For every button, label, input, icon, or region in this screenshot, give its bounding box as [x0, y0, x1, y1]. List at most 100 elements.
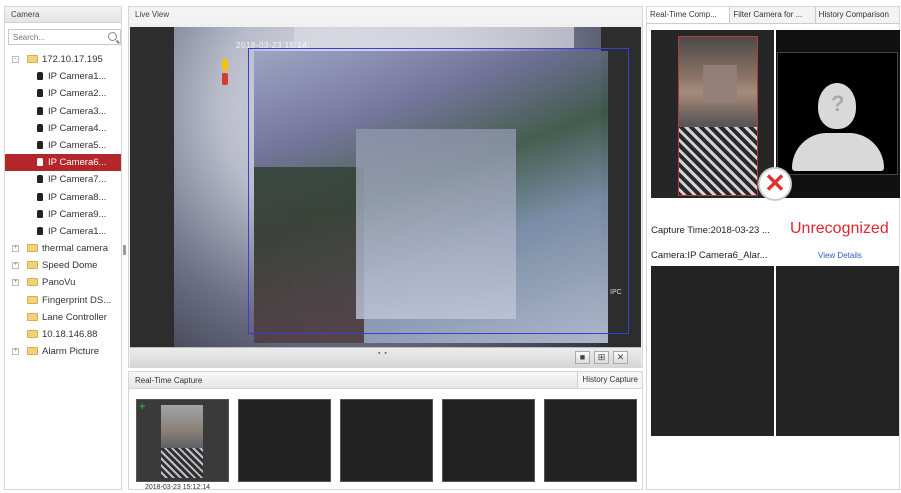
- capture-time-label: Capture Time:2018-03-23 ...: [651, 225, 770, 236]
- video-feed: 2018-03-23 15:14: IPC: [174, 27, 629, 347]
- camera-panel-title: Camera: [5, 7, 121, 23]
- tree-item-label: Alarm Picture: [42, 346, 100, 358]
- camera-tree-item[interactable]: IP Camera2...: [5, 85, 121, 102]
- tab-history-comparison[interactable]: History Comparison: [816, 7, 899, 23]
- folder-tree-item[interactable]: + thermal camera: [5, 240, 121, 257]
- question-icon: ?: [831, 91, 845, 116]
- red-marker: [222, 73, 228, 85]
- ceiling-light: [294, 27, 574, 49]
- library-face-image[interactable]: ?: [776, 30, 900, 198]
- capture-thumbnail[interactable]: [442, 399, 535, 482]
- tree-item-label: IP Camera2...: [48, 88, 107, 100]
- folder-icon: [27, 347, 38, 356]
- video-window[interactable]: 2018-03-23 15:14: IPC: [130, 27, 641, 347]
- add-icon[interactable]: +: [139, 401, 145, 413]
- camera-tree: - 172.10.17.195 IP Camera1... IP Camera2...…: [5, 51, 121, 360]
- camera-tree-item[interactable]: IP Camera8...: [5, 189, 121, 206]
- view-details-link[interactable]: View Details: [818, 251, 862, 260]
- tab-real-time-comparison[interactable]: Real-Time Comp...: [647, 7, 731, 23]
- comparison-panel: Real-Time Comp... Filter Camera for ... …: [646, 6, 900, 490]
- camera-tree-item[interactable]: IP Camera3...: [5, 103, 121, 120]
- comparison-grid: [651, 266, 900, 437]
- folder-tree-item[interactable]: 10.18.146.88: [5, 326, 121, 343]
- thumbnail-shirt: [161, 448, 203, 478]
- tab-filter-camera[interactable]: Filter Camera for ...: [730, 7, 816, 23]
- camera-tree-item[interactable]: IP Camera1...: [5, 223, 121, 240]
- folder-icon: [27, 312, 38, 321]
- detection-region: [248, 48, 629, 334]
- folder-tree-item[interactable]: Lane Controller: [5, 309, 121, 326]
- capture-header: Real-Time Capture History Capture: [129, 372, 642, 389]
- tree-item-label: IP Camera5...: [48, 139, 107, 151]
- tree-item-label: IP Camera9...: [48, 208, 107, 220]
- collapse-icon[interactable]: -: [12, 56, 19, 63]
- tree-item-label: IP Camera6...: [48, 157, 107, 169]
- folder-icon: [27, 55, 38, 63]
- expand-icon[interactable]: +: [12, 245, 19, 253]
- camera-icon: [37, 123, 43, 132]
- tree-item-label: 10.18.146.88: [42, 329, 98, 340]
- folder-tree-item[interactable]: + Speed Dome: [5, 257, 121, 274]
- close-button[interactable]: ✕: [613, 351, 628, 364]
- tree-item-label: IP Camera1...: [48, 71, 107, 83]
- camera-tree-item[interactable]: IP Camera6...: [5, 154, 121, 172]
- live-view-title: Live View: [129, 7, 642, 23]
- video-controls: ▪ ▪ ■ ⊞ ✕: [130, 347, 641, 367]
- capture-thumbnail[interactable]: [544, 399, 637, 482]
- yellow-marker: [222, 59, 228, 71]
- mismatch-icon: ✕: [758, 167, 792, 201]
- comparison-tabs: Real-Time Comp... Filter Camera for ... …: [647, 7, 899, 24]
- tree-item-label: IP Camera8...: [48, 191, 107, 203]
- capture-thumbnail[interactable]: [238, 399, 331, 482]
- capture-panel: Real-Time Capture History Capture +: [128, 371, 643, 490]
- expand-icon[interactable]: +: [12, 348, 19, 356]
- folder-tree-item[interactable]: - 172.10.17.195: [5, 51, 121, 68]
- camera-label: Camera:IP Camera6_Alar...: [651, 250, 768, 261]
- comparison-slot[interactable]: [776, 266, 899, 436]
- capture-thumbnail[interactable]: +: [136, 399, 229, 482]
- tree-item-label: Lane Controller: [42, 311, 107, 323]
- capture-timestamp: 2018-03-23 15:12:14: [145, 484, 210, 491]
- tree-item-label: thermal camera: [42, 243, 108, 255]
- captured-face-image[interactable]: [651, 30, 774, 198]
- resize-grip[interactable]: ▪ ▪: [378, 350, 388, 357]
- placeholder-body: [792, 133, 884, 171]
- folder-icon: [27, 295, 38, 304]
- camera-tree-item[interactable]: IP Camera7...: [5, 171, 121, 188]
- live-view-panel: Live View 2018-03-23 15:14: IPC ▪ ▪ ■ ⊞ …: [128, 6, 643, 368]
- camera-tree-item[interactable]: IP Camera4...: [5, 120, 121, 137]
- stop-button[interactable]: ■: [575, 351, 590, 364]
- expand-icon[interactable]: +: [12, 262, 19, 270]
- osd-timestamp: 2018-03-23 15:14:: [236, 41, 310, 50]
- capture-thumbnail[interactable]: [340, 399, 433, 482]
- search-icon[interactable]: [108, 32, 117, 41]
- camera-icon: [37, 192, 43, 201]
- folder-icon: [27, 330, 38, 338]
- history-capture-button[interactable]: History Capture: [577, 372, 642, 388]
- search-input[interactable]: [9, 30, 104, 44]
- tree-item-label: PanoVu: [42, 277, 76, 289]
- folder-icon: [27, 244, 38, 253]
- expand-icon[interactable]: +: [12, 279, 19, 287]
- camera-tree-item[interactable]: IP Camera5...: [5, 137, 121, 154]
- tree-item-label: IP Camera1...: [48, 225, 107, 237]
- face-box: [678, 36, 758, 196]
- folder-tree-item[interactable]: + Alarm Picture: [5, 343, 121, 360]
- tree-item-label: IP Camera4...: [48, 122, 107, 134]
- camera-tree-item[interactable]: IP Camera1...: [5, 68, 121, 85]
- camera-tree-item[interactable]: IP Camera9...: [5, 206, 121, 223]
- tree-item-label: 172.10.17.195: [42, 54, 103, 65]
- placeholder-frame: ?: [777, 52, 898, 175]
- camera-icon: [37, 140, 43, 149]
- camera-icon: [37, 226, 43, 235]
- comparison-slot[interactable]: [651, 266, 774, 436]
- folder-tree-item[interactable]: + PanoVu: [5, 274, 121, 291]
- camera-icon: [37, 175, 43, 184]
- tree-item-label: IP Camera3...: [48, 105, 107, 117]
- camera-search[interactable]: [8, 29, 121, 45]
- folder-icon: [27, 278, 38, 287]
- panel-splitter[interactable]: [123, 245, 126, 255]
- folder-tree-item[interactable]: Fingerprint DS...: [5, 292, 121, 309]
- camera-icon: [37, 209, 43, 218]
- layout-button[interactable]: ⊞: [594, 351, 609, 364]
